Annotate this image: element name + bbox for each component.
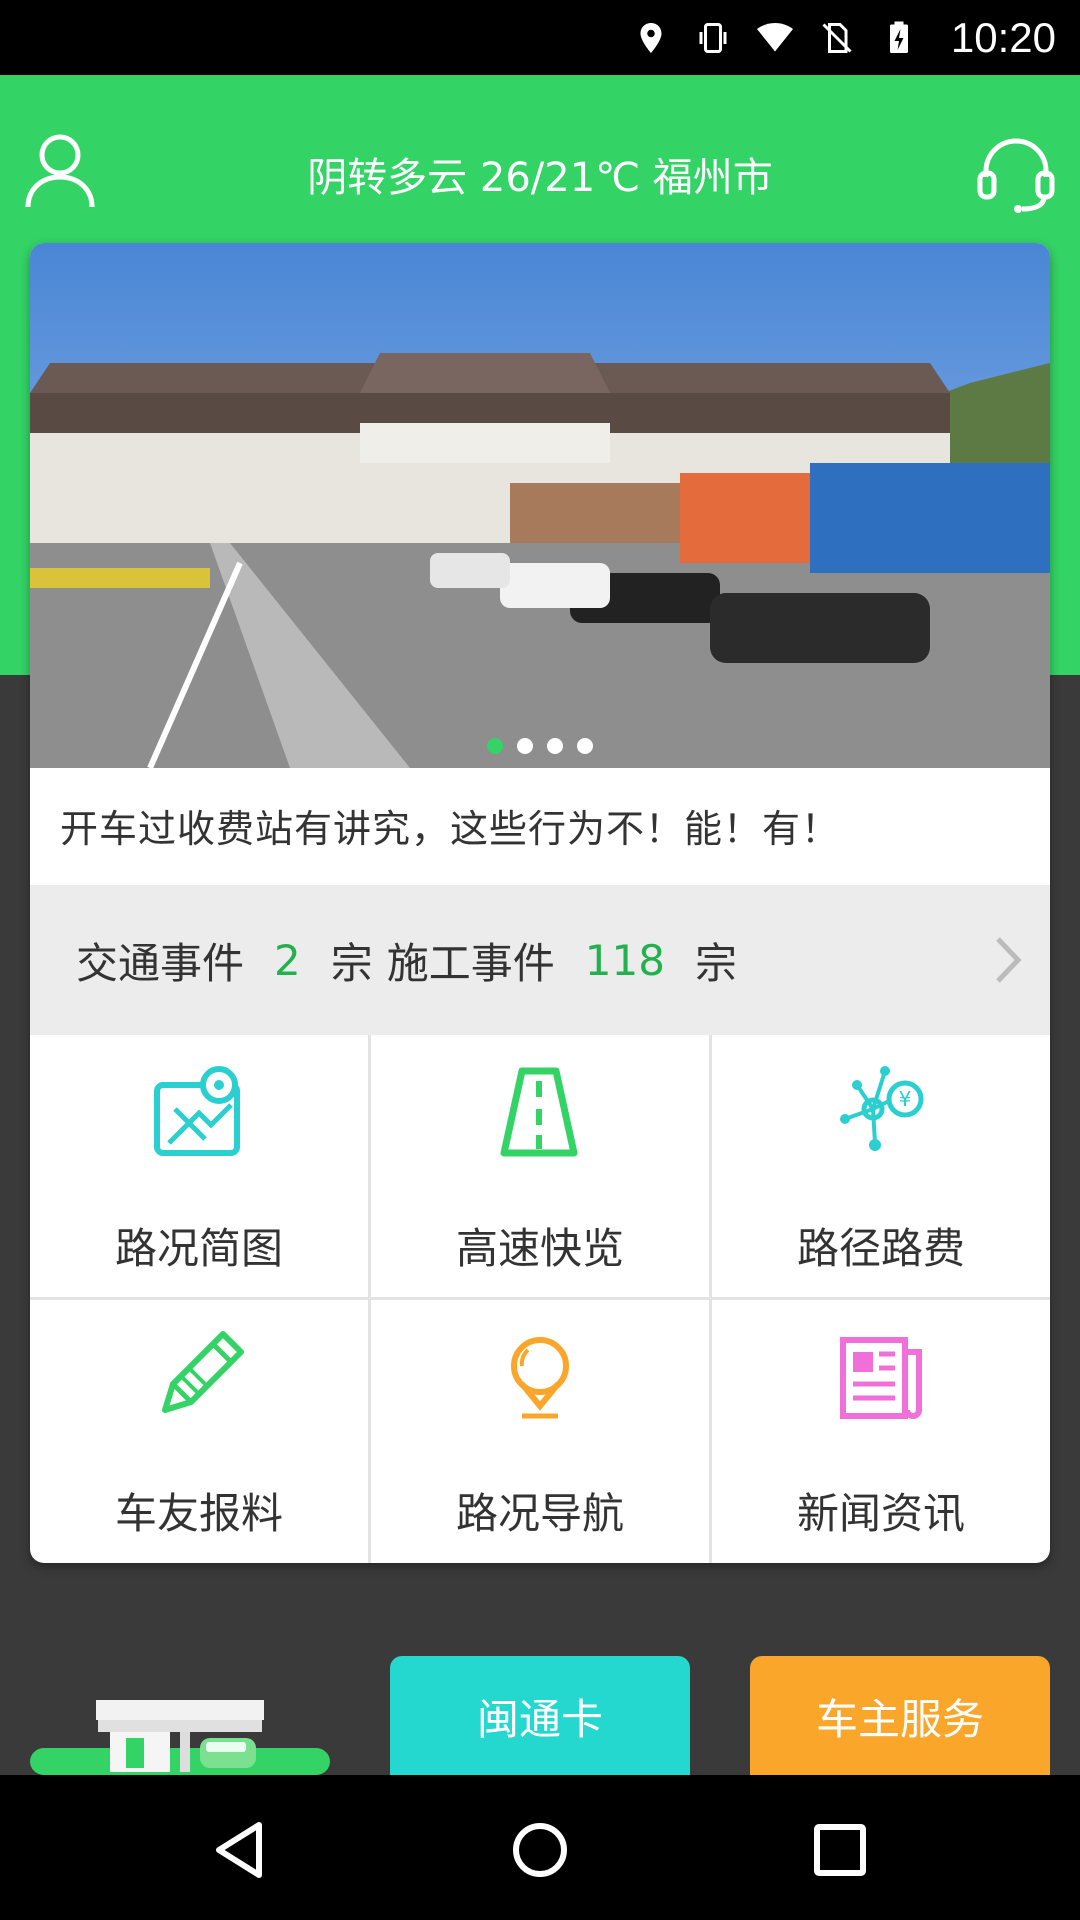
events-summary-row[interactable]: 交通事件 2 宗 施工事件 118 宗 xyxy=(30,885,1050,1035)
grid-item-navigation[interactable]: 路况导航 xyxy=(371,1300,709,1562)
grid-item-road-map[interactable]: 路况简图 xyxy=(30,1035,368,1297)
route-fee-icon: ¥ xyxy=(840,1066,924,1151)
grid-label: 路径路费 xyxy=(796,1224,965,1273)
feature-grid: 路况简图 高速快览 ¥ 路径路费 车友报料 路况导航 新闻资讯 xyxy=(30,1035,1050,1563)
bottom-actions: 闽通卡 车主服务 xyxy=(0,1563,1080,1776)
toll-station-icon[interactable] xyxy=(30,1638,330,1775)
grid-label: 新闻资讯 xyxy=(796,1489,965,1538)
car-owner-service-button[interactable]: 车主服务 xyxy=(750,1656,1050,1776)
battery-charging-icon xyxy=(889,21,908,53)
grid-label: 车友报料 xyxy=(114,1489,283,1538)
recents-icon[interactable] xyxy=(805,1815,875,1885)
road-icon xyxy=(500,1067,578,1157)
carousel-dot[interactable] xyxy=(517,738,533,754)
location-icon xyxy=(640,22,662,53)
grid-label: 路况简图 xyxy=(114,1224,283,1273)
grid-label: 高速快览 xyxy=(455,1224,624,1273)
vibrate-icon xyxy=(699,22,727,53)
map-icon xyxy=(154,1066,240,1156)
banner-carousel[interactable] xyxy=(30,243,1050,768)
back-icon[interactable] xyxy=(205,1815,275,1885)
traffic-event-count: 2 xyxy=(274,935,301,985)
divider xyxy=(30,1297,1050,1300)
newspaper-icon xyxy=(840,1337,922,1419)
grid-label: 路况导航 xyxy=(455,1489,624,1538)
grid-item-highway-overview[interactable]: 高速快览 xyxy=(371,1035,709,1297)
weather-text: 阴转多云 26/21℃ 福州市 xyxy=(307,155,773,201)
svg-text:¥: ¥ xyxy=(899,1087,912,1111)
home-icon[interactable] xyxy=(505,1815,575,1885)
chevron-right-icon xyxy=(996,937,1022,983)
construction-event-count: 118 xyxy=(584,935,665,985)
headset-icon[interactable] xyxy=(976,133,1056,213)
carousel-dot[interactable] xyxy=(577,738,593,754)
wifi-icon xyxy=(756,22,793,51)
grid-item-route-fee[interactable]: ¥ 路径路费 xyxy=(712,1035,1050,1297)
construction-event-label: 施工事件 xyxy=(386,938,555,988)
top-bar: 阴转多云 26/21℃ 福州市 xyxy=(0,75,1080,245)
status-bar: 10:20 xyxy=(0,0,1080,75)
mintong-card-button[interactable]: 闽通卡 xyxy=(390,1656,690,1776)
grid-item-driver-report[interactable]: 车友报料 xyxy=(30,1300,368,1562)
no-sim-icon xyxy=(822,22,852,53)
carousel-dot[interactable] xyxy=(547,738,563,754)
pencil-icon xyxy=(162,1331,244,1413)
carousel-indicator xyxy=(30,738,1050,754)
system-nav-bar xyxy=(0,1775,1080,1920)
traffic-event-unit: 宗 xyxy=(330,938,373,988)
clock: 10:20 xyxy=(950,13,1056,61)
banner-image xyxy=(30,243,1050,768)
traffic-event-label: 交通事件 xyxy=(76,938,245,988)
grid-item-news[interactable]: 新闻资讯 xyxy=(712,1300,1050,1562)
news-headline[interactable]: 开车过收费站有讲究，这些行为不！能！有！ xyxy=(60,798,840,853)
construction-event-unit: 宗 xyxy=(694,938,737,988)
location-pin-icon xyxy=(511,1337,569,1419)
carousel-dot[interactable] xyxy=(487,738,503,754)
main-card: 开车过收费站有讲究，这些行为不！能！有！ 交通事件 2 宗 施工事件 118 宗… xyxy=(30,243,1050,1563)
